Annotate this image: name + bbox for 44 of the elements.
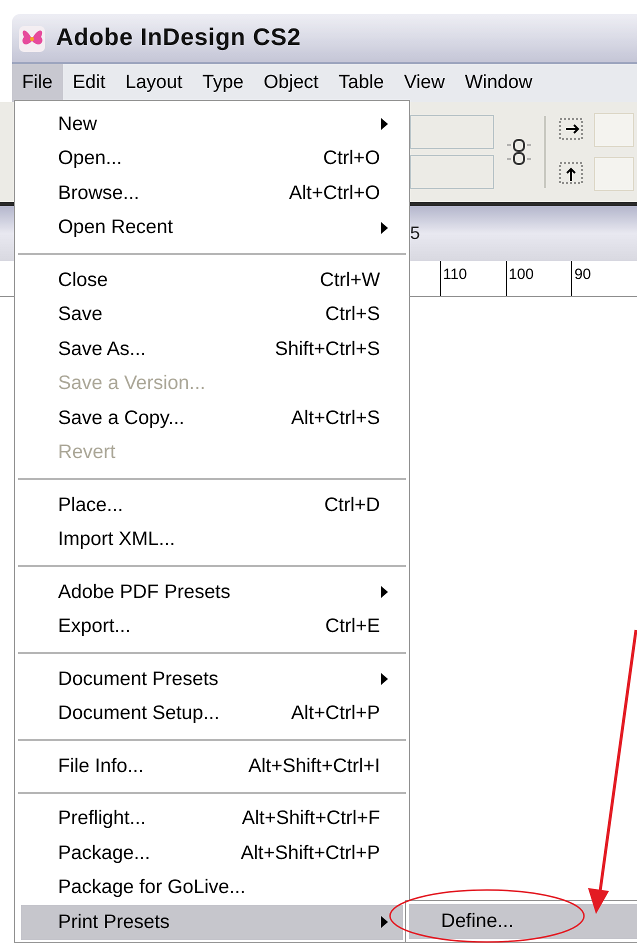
menu-item[interactable]: Package for GoLive...: [21, 870, 403, 905]
spinner-field[interactable]: [594, 157, 634, 191]
menu-item[interactable]: Save As... Shift+Ctrl+S: [21, 332, 403, 366]
menu-item[interactable]: Define...: [409, 904, 637, 939]
menu-item[interactable]: Open Recent: [21, 210, 403, 245]
submenu-arrow-icon: [380, 915, 389, 930]
menu-item[interactable]: Export... Ctrl+E: [21, 610, 403, 644]
menu-bar-item[interactable]: View: [394, 64, 455, 102]
input-field[interactable]: [410, 155, 494, 189]
menu-item[interactable]: File Info... Alt+Shift+Ctrl+I: [21, 749, 403, 784]
menu-item[interactable]: Browse... Alt+Ctrl+O: [21, 176, 403, 210]
menu-item[interactable]: Open... Ctrl+O: [21, 142, 403, 176]
menu-bar-item[interactable]: Edit: [62, 64, 116, 102]
menu-bar-item[interactable]: Layout: [115, 64, 192, 102]
document-tab[interactable]: 5: [410, 220, 420, 247]
spinner-field[interactable]: [594, 113, 634, 147]
menu-item[interactable]: Document Setup... Alt+Ctrl+P: [21, 696, 403, 731]
ruler-label: 110: [443, 265, 467, 285]
window-title: Adobe InDesign CS2: [56, 23, 302, 53]
menu-item[interactable]: Package... Alt+Shift+Ctrl+P: [21, 836, 403, 870]
chain-link-icon: [506, 137, 532, 167]
menu-bar-item[interactable]: Object: [254, 64, 329, 102]
menu-item[interactable]: Print Presets: [21, 905, 403, 940]
menu-item[interactable]: Import XML...: [21, 522, 403, 557]
menu-item[interactable]: Place... Ctrl+D: [21, 488, 403, 522]
menu-item[interactable]: Save Ctrl+S: [21, 298, 403, 332]
menu-item[interactable]: Document Presets: [21, 662, 403, 696]
menu-item[interactable]: Close Ctrl+W: [21, 263, 403, 298]
submenu-arrow-icon: [380, 117, 389, 132]
submenu-arrow-icon: [380, 220, 389, 235]
submenu-arrow-icon: [380, 672, 389, 686]
ruler-label: 90: [574, 265, 592, 285]
menu-item[interactable]: Save a Copy... Alt+Ctrl+S: [21, 401, 403, 436]
menu-item[interactable]: Adobe PDF Presets: [21, 575, 403, 610]
butterfly-icon: [18, 23, 48, 53]
menu-bar-item[interactable]: Table: [328, 64, 394, 102]
menu-item[interactable]: Preflight... Alt+Shift+Ctrl+F: [21, 802, 403, 836]
ruler-label: 100: [508, 265, 534, 285]
submenu-arrow-icon: [380, 585, 389, 600]
menu-bar-item[interactable]: File: [12, 64, 63, 102]
menu-bar-item[interactable]: Type: [192, 64, 254, 102]
input-field[interactable]: [410, 115, 494, 149]
menu-item[interactable]: New: [21, 107, 403, 142]
menu-bar-item[interactable]: Window: [454, 64, 542, 102]
